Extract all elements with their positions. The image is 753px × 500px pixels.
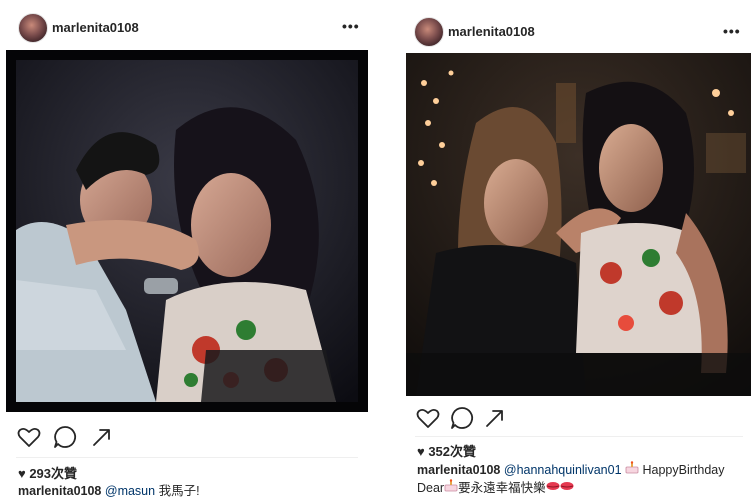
avatar[interactable]	[414, 17, 444, 47]
post-header: marlenita0108 •••	[0, 0, 370, 50]
cake-icon	[625, 461, 639, 474]
comment-icon[interactable]	[449, 405, 475, 431]
divider	[415, 436, 743, 437]
like-count[interactable]: ♥ 352次贊	[417, 441, 476, 460]
heart-icon[interactable]	[16, 424, 42, 450]
post-left: marlenita0108 ••• ♥ 293次贊 marlenita0108 …	[0, 0, 370, 500]
caption-username[interactable]: marlenita0108	[18, 484, 101, 498]
username[interactable]: marlenita0108	[52, 20, 139, 35]
more-options-button[interactable]: •••	[342, 18, 360, 34]
like-count[interactable]: ♥ 293次贊	[18, 463, 77, 482]
caption: marlenita0108 @masun 我馬子!	[18, 482, 363, 500]
caption-text: HappyBirthday	[639, 463, 725, 477]
kiss-icon	[560, 482, 574, 490]
avatar[interactable]	[18, 13, 48, 43]
post-header: marlenita0108 •••	[397, 0, 753, 50]
caption-text: 要永遠幸福快樂	[458, 481, 546, 495]
caption-text: Dear	[417, 481, 445, 495]
share-icon[interactable]	[483, 405, 509, 431]
heart-icon[interactable]	[415, 405, 441, 431]
caption-text: 我馬子!	[155, 484, 200, 498]
username[interactable]: marlenita0108	[448, 24, 535, 39]
post-photo[interactable]	[406, 53, 751, 396]
post-right: marlenita0108 ••• ♥ 352次贊 marlenita0108 …	[397, 0, 753, 500]
post-photo[interactable]	[6, 50, 368, 412]
caption-username[interactable]: marlenita0108	[417, 463, 500, 477]
comment-icon[interactable]	[52, 424, 78, 450]
action-bar	[16, 424, 136, 454]
caption-mention[interactable]: @masun	[105, 484, 155, 498]
more-options-button[interactable]: •••	[723, 23, 741, 39]
share-icon[interactable]	[90, 424, 116, 450]
photo-image	[406, 53, 751, 396]
action-bar	[415, 405, 535, 435]
photo-image	[6, 50, 368, 412]
caption: marlenita0108 @hannahquinlivan01 HappyBi…	[417, 461, 747, 497]
kiss-icon	[546, 482, 560, 490]
divider	[16, 457, 358, 458]
cake-icon	[444, 479, 458, 492]
caption-mention[interactable]: @hannahquinlivan01	[504, 463, 622, 477]
